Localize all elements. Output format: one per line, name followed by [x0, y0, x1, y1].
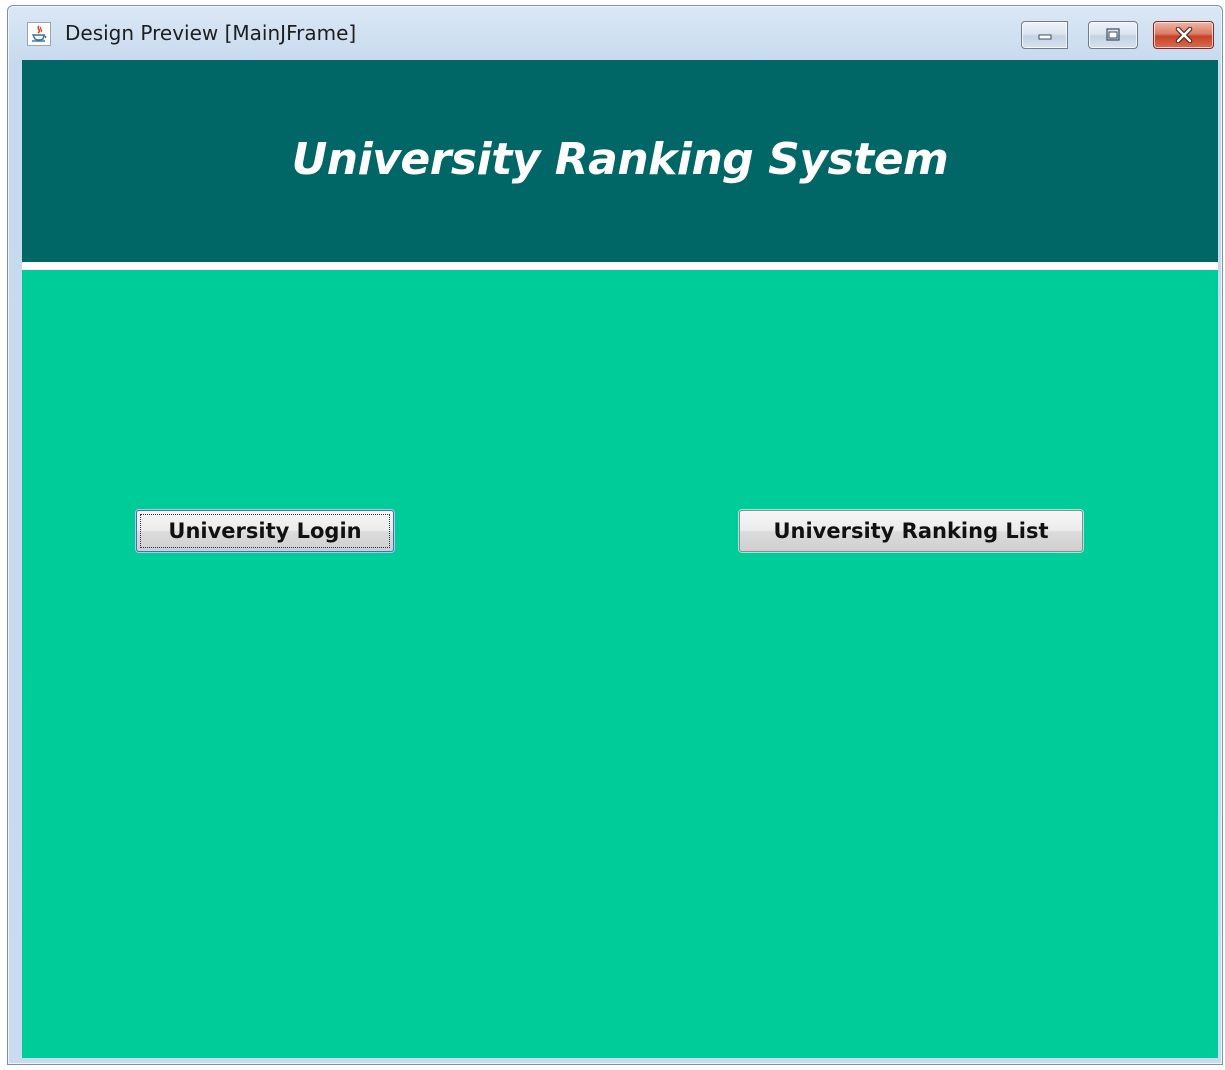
- close-button[interactable]: [1153, 21, 1214, 49]
- university-login-button[interactable]: University Login: [136, 510, 394, 552]
- minimize-button[interactable]: [1021, 21, 1068, 49]
- header-title: University Ranking System: [291, 133, 949, 185]
- java-cup-icon[interactable]: [27, 22, 51, 46]
- main-panel: University Login University Ranking List: [22, 270, 1218, 1058]
- minimize-icon: [1038, 34, 1051, 40]
- university-login-label: University Login: [168, 519, 362, 543]
- header-panel: University Ranking System: [22, 60, 1218, 262]
- app-window: Design Preview [MainJFrame] University R…: [7, 5, 1223, 1065]
- panel-divider: [22, 262, 1218, 270]
- university-ranking-list-label: University Ranking List: [773, 519, 1049, 543]
- window-title: Design Preview [MainJFrame]: [65, 21, 357, 45]
- close-icon: [1175, 27, 1192, 43]
- maximize-icon: [1106, 28, 1120, 41]
- university-ranking-list-button[interactable]: University Ranking List: [739, 510, 1083, 552]
- maximize-button[interactable]: [1088, 21, 1138, 49]
- title-bar[interactable]: Design Preview [MainJFrame]: [8, 6, 1222, 58]
